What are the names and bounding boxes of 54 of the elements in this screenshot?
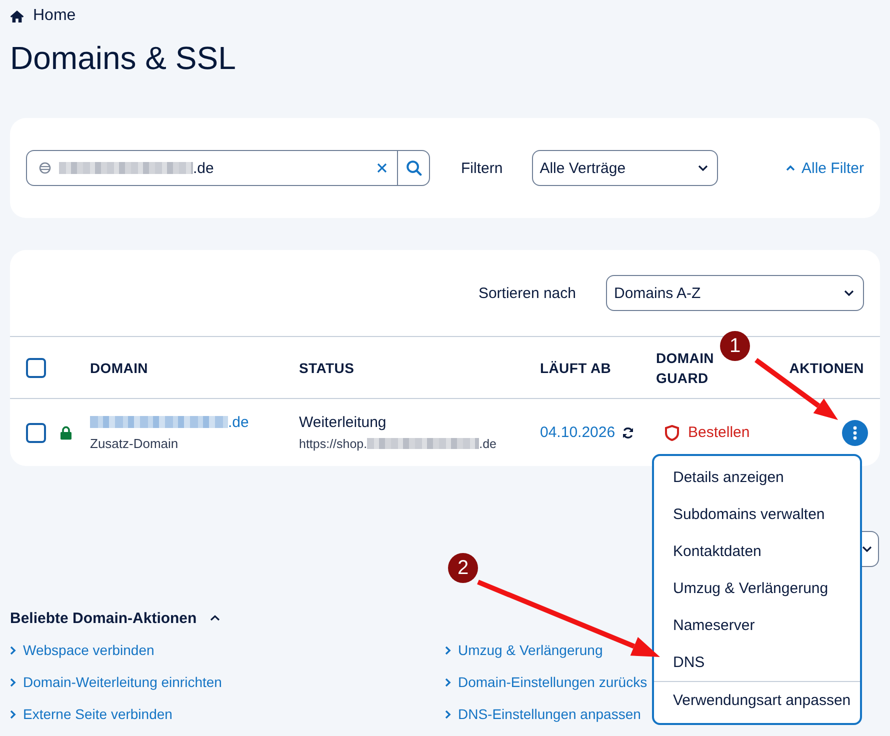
menu-item[interactable]: Kontaktdaten — [654, 533, 860, 570]
action-link[interactable]: Externe Seite verbinden — [10, 698, 172, 730]
more-icon — [853, 426, 857, 440]
sort-label: Sortieren nach — [478, 284, 576, 302]
chevron-right-icon — [445, 678, 451, 686]
expiry-date-link[interactable]: 04.10.2026 — [540, 424, 616, 441]
breadcrumb-link[interactable]: Home — [33, 6, 76, 26]
select-all-checkbox[interactable] — [26, 358, 46, 378]
redirect-target: https://shop. .de — [299, 436, 498, 452]
search-button[interactable] — [397, 150, 430, 186]
domain-link[interactable]: .de — [90, 414, 299, 432]
menu-item[interactable]: Subdomains verwalten — [654, 496, 860, 533]
filter-label: Filtern — [461, 160, 503, 176]
step-marker: 2 — [448, 553, 478, 583]
chevron-right-icon — [10, 646, 16, 654]
sort-select[interactable]: Domains A-Z — [606, 275, 864, 311]
menu-item[interactable]: Verwendungsart anpassen — [654, 682, 860, 719]
column-header: STATUS — [299, 358, 356, 378]
action-link[interactable]: Domain-Einstellungen zurücks — [445, 666, 648, 698]
chevron-right-icon — [445, 710, 451, 718]
home-icon — [10, 10, 24, 22]
column-header: AKTIONEN — [789, 358, 864, 378]
globe-icon — [39, 162, 51, 174]
chevron-icon[interactable] — [210, 615, 220, 621]
menu-item[interactable]: Nameserver — [654, 607, 860, 644]
chevron-right-icon — [10, 710, 16, 718]
row-checkbox[interactable] — [26, 422, 46, 442]
action-link[interactable]: Domain-Weiterleitung einrichten — [10, 666, 222, 698]
chevron-right-icon — [10, 678, 16, 686]
chevron-right-icon — [445, 646, 451, 654]
column-header: DOMAIN — [90, 358, 149, 378]
section-heading: Beliebte Domain-Aktionen — [10, 610, 197, 626]
action-link[interactable]: Umzug & Verlängerung — [445, 634, 603, 666]
column-header: DOMAIN GUARD — [656, 348, 715, 388]
menu-item[interactable]: Umzug & Verlängerung — [654, 570, 860, 607]
search-field[interactable]: .de — [26, 150, 397, 186]
menu-item[interactable]: Details anzeigen — [654, 459, 860, 496]
shield-icon — [665, 424, 679, 440]
action-link[interactable]: Webspace verbinden — [10, 634, 154, 666]
search-icon — [406, 160, 422, 176]
column-header: LÄUFT AB — [540, 358, 612, 378]
chevron-down-icon — [698, 165, 708, 171]
order-guard-link[interactable]: Bestellen — [656, 424, 842, 441]
status-text: Weiterleitung — [299, 414, 388, 432]
more-actions-button[interactable] — [842, 420, 868, 446]
chevron-down-icon — [844, 290, 854, 296]
all-filters-link[interactable]: Alle Filter — [786, 160, 864, 176]
clear-icon[interactable] — [377, 163, 387, 173]
page-title: Domains & SSL — [10, 39, 237, 78]
chevron-down-icon — [862, 546, 872, 552]
domain-type: Zusatz-Domain — [90, 436, 180, 452]
contract-select[interactable]: Alle Verträge — [532, 150, 718, 186]
action-link[interactable]: DNS-Einstellungen anpassen — [445, 698, 641, 730]
menu-item[interactable]: DNS — [654, 644, 860, 681]
